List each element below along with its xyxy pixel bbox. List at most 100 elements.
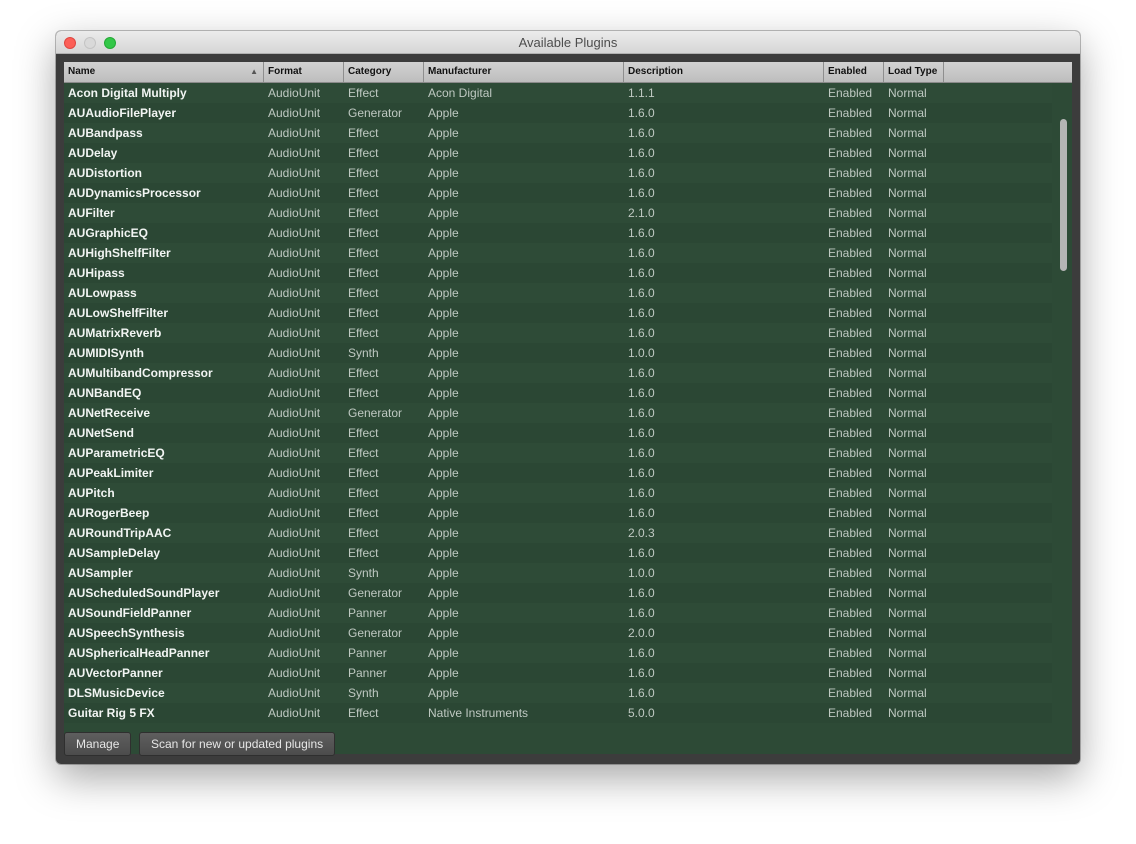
- table-row[interactable]: AUParametricEQ AudioUnit Effect Apple 1.6.0 E…: [64, 443, 1052, 463]
- cell-load-type: Normal: [888, 406, 927, 420]
- table-row[interactable]: AUDelay AudioUnit Effect Apple 1.6.0 Enabled N…: [64, 143, 1052, 163]
- cell-category: Effect: [348, 166, 379, 180]
- cell-manufacturer: Apple: [428, 306, 459, 320]
- cell-category: Effect: [348, 466, 379, 480]
- table-row[interactable]: AULowpass AudioUnit Effect Apple 1.6.0 Enable…: [64, 283, 1052, 303]
- cell-name: AUHighShelfFilter: [68, 246, 171, 260]
- cell-description: 1.6.0: [628, 406, 655, 420]
- cell-manufacturer: Apple: [428, 546, 459, 560]
- cell-description: 1.6.0: [628, 646, 655, 660]
- cell-category: Effect: [348, 426, 379, 440]
- column-header-enabled[interactable]: Enabled: [824, 62, 884, 82]
- cell-load-type: Normal: [888, 666, 927, 680]
- cell-format: AudioUnit: [268, 706, 321, 720]
- table-row[interactable]: AUDynamicsProcessor AudioUnit Effect Apple 1…: [64, 183, 1052, 203]
- cell-manufacturer: Acon Digital: [428, 86, 493, 100]
- cell-enabled: Enabled: [828, 686, 873, 700]
- cell-category: Panner: [348, 606, 387, 620]
- table-row[interactable]: AUMultibandCompressor AudioUnit Effect Appl…: [64, 363, 1052, 383]
- table-row[interactable]: AURoundTripAAC AudioUnit Effect Apple 2.0.3 E…: [64, 523, 1052, 543]
- title-bar[interactable]: Available Plugins: [56, 31, 1080, 54]
- column-header-load-type[interactable]: Load Type: [884, 62, 944, 82]
- table-row[interactable]: AUSphericalHeadPanner AudioUnit Panner Appl…: [64, 643, 1052, 663]
- table-row[interactable]: AULowShelfFilter AudioUnit Effect Apple 1.6.…: [64, 303, 1052, 323]
- cell-manufacturer: Apple: [428, 586, 459, 600]
- cell-manufacturer: Apple: [428, 526, 459, 540]
- cell-name: AULowpass: [68, 286, 137, 300]
- table-row[interactable]: AUSpeechSynthesis AudioUnit Generator Apple…: [64, 623, 1052, 643]
- table-row[interactable]: AUSampler AudioUnit Synth Apple 1.0.0 Enabled…: [64, 563, 1052, 583]
- cell-format: AudioUnit: [268, 406, 321, 420]
- table-row[interactable]: AUNetSend AudioUnit Effect Apple 1.6.0 Enable…: [64, 423, 1052, 443]
- cell-enabled: Enabled: [828, 126, 873, 140]
- cell-name: AUVectorPanner: [68, 666, 163, 680]
- cell-load-type: Normal: [888, 706, 927, 720]
- cell-category: Effect: [348, 366, 379, 380]
- column-header-format[interactable]: Format: [264, 62, 344, 82]
- table-row[interactable]: AUFilter AudioUnit Effect Apple 2.1.0 Enabled…: [64, 203, 1052, 223]
- table-row[interactable]: AUGraphicEQ AudioUnit Effect Apple 1.6.0 Enab…: [64, 223, 1052, 243]
- cell-description: 1.6.0: [628, 126, 655, 140]
- cell-category: Synth: [348, 686, 379, 700]
- cell-enabled: Enabled: [828, 706, 873, 720]
- cell-format: AudioUnit: [268, 346, 321, 360]
- cell-format: AudioUnit: [268, 86, 321, 100]
- table-row[interactable]: AUSampleDelay AudioUnit Effect Apple 1.6.0 En…: [64, 543, 1052, 563]
- table-row[interactable]: AUMatrixReverb AudioUnit Effect Apple 1.6.0 E…: [64, 323, 1052, 343]
- cell-manufacturer: Apple: [428, 126, 459, 140]
- table-row[interactable]: AUPitch AudioUnit Effect Apple 1.6.0 Enabled N…: [64, 483, 1052, 503]
- table-row[interactable]: Acon Digital Multiply AudioUnit Effect Acon…: [64, 83, 1052, 103]
- table-row[interactable]: AUDistortion AudioUnit Effect Apple 1.6.0 Ena…: [64, 163, 1052, 183]
- column-header-description[interactable]: Description: [624, 62, 824, 82]
- cell-load-type: Normal: [888, 106, 927, 120]
- cell-manufacturer: Apple: [428, 286, 459, 300]
- cell-name: AUDynamicsProcessor: [68, 186, 201, 200]
- cell-manufacturer: Apple: [428, 246, 459, 260]
- table-row[interactable]: AUMIDISynth AudioUnit Synth Apple 1.0.0 Enabl…: [64, 343, 1052, 363]
- scrollbar-thumb[interactable]: [1060, 119, 1067, 271]
- table-row[interactable]: AUScheduledSoundPlayer AudioUnit Generator…: [64, 583, 1052, 603]
- table-row[interactable]: AUHighShelfFilter AudioUnit Effect Apple 1.6…: [64, 243, 1052, 263]
- cell-name: AUDistortion: [68, 166, 142, 180]
- cell-category: Effect: [348, 526, 379, 540]
- table-row[interactable]: AUAudioFilePlayer AudioUnit Generator Apple…: [64, 103, 1052, 123]
- cell-load-type: Normal: [888, 466, 927, 480]
- cell-name: AUSoundFieldPanner: [68, 606, 192, 620]
- cell-format: AudioUnit: [268, 226, 321, 240]
- table-row[interactable]: AUPeakLimiter AudioUnit Effect Apple 1.6.0 En…: [64, 463, 1052, 483]
- table-row[interactable]: AUNBandEQ AudioUnit Effect Apple 1.6.0 Enable…: [64, 383, 1052, 403]
- table-row[interactable]: AUBandpass AudioUnit Effect Apple 1.6.0 Enabl…: [64, 123, 1052, 143]
- table-row[interactable]: AUVectorPanner AudioUnit Panner Apple 1.6.0 E…: [64, 663, 1052, 683]
- cell-name: AUMatrixReverb: [68, 326, 162, 340]
- table-row[interactable]: AUSoundFieldPanner AudioUnit Panner Apple 1.…: [64, 603, 1052, 623]
- column-header-manufacturer[interactable]: Manufacturer: [424, 62, 624, 82]
- cell-category: Generator: [348, 406, 403, 420]
- cell-name: DLSMusicDevice: [68, 686, 165, 700]
- cell-manufacturer: Native Instruments: [428, 706, 529, 720]
- cell-name: Guitar Rig 5 FX: [68, 706, 155, 720]
- manage-button[interactable]: Manage: [64, 732, 132, 756]
- cell-category: Effect: [348, 486, 379, 500]
- cell-format: AudioUnit: [268, 166, 321, 180]
- cell-category: Effect: [348, 206, 379, 220]
- cell-description: 1.6.0: [628, 106, 655, 120]
- cell-format: AudioUnit: [268, 566, 321, 580]
- cell-description: 1.6.0: [628, 446, 655, 460]
- column-header-category[interactable]: Category: [344, 62, 424, 82]
- scan-plugins-button[interactable]: Scan for new or updated plugins: [139, 732, 336, 756]
- table-row[interactable]: DLSMusicDevice AudioUnit Synth Apple 1.6.0 En…: [64, 683, 1052, 703]
- column-header-name[interactable]: Name ▲: [64, 62, 264, 82]
- table-row[interactable]: Guitar Rig 5 FX AudioUnit Effect Native Ins…: [64, 703, 1052, 723]
- table-row[interactable]: AUNetReceive AudioUnit Generator Apple 1.6.0…: [64, 403, 1052, 423]
- cell-category: Effect: [348, 386, 379, 400]
- cell-format: AudioUnit: [268, 186, 321, 200]
- cell-format: AudioUnit: [268, 206, 321, 220]
- cell-manufacturer: Apple: [428, 386, 459, 400]
- cell-load-type: Normal: [888, 606, 927, 620]
- cell-description: 1.6.0: [628, 486, 655, 500]
- table-row[interactable]: AURogerBeep AudioUnit Effect Apple 1.6.0 Enab…: [64, 503, 1052, 523]
- vertical-scrollbar[interactable]: [1056, 86, 1070, 750]
- cell-format: AudioUnit: [268, 606, 321, 620]
- table-row[interactable]: AUHipass AudioUnit Effect Apple 1.6.0 Enabled…: [64, 263, 1052, 283]
- cell-load-type: Normal: [888, 166, 927, 180]
